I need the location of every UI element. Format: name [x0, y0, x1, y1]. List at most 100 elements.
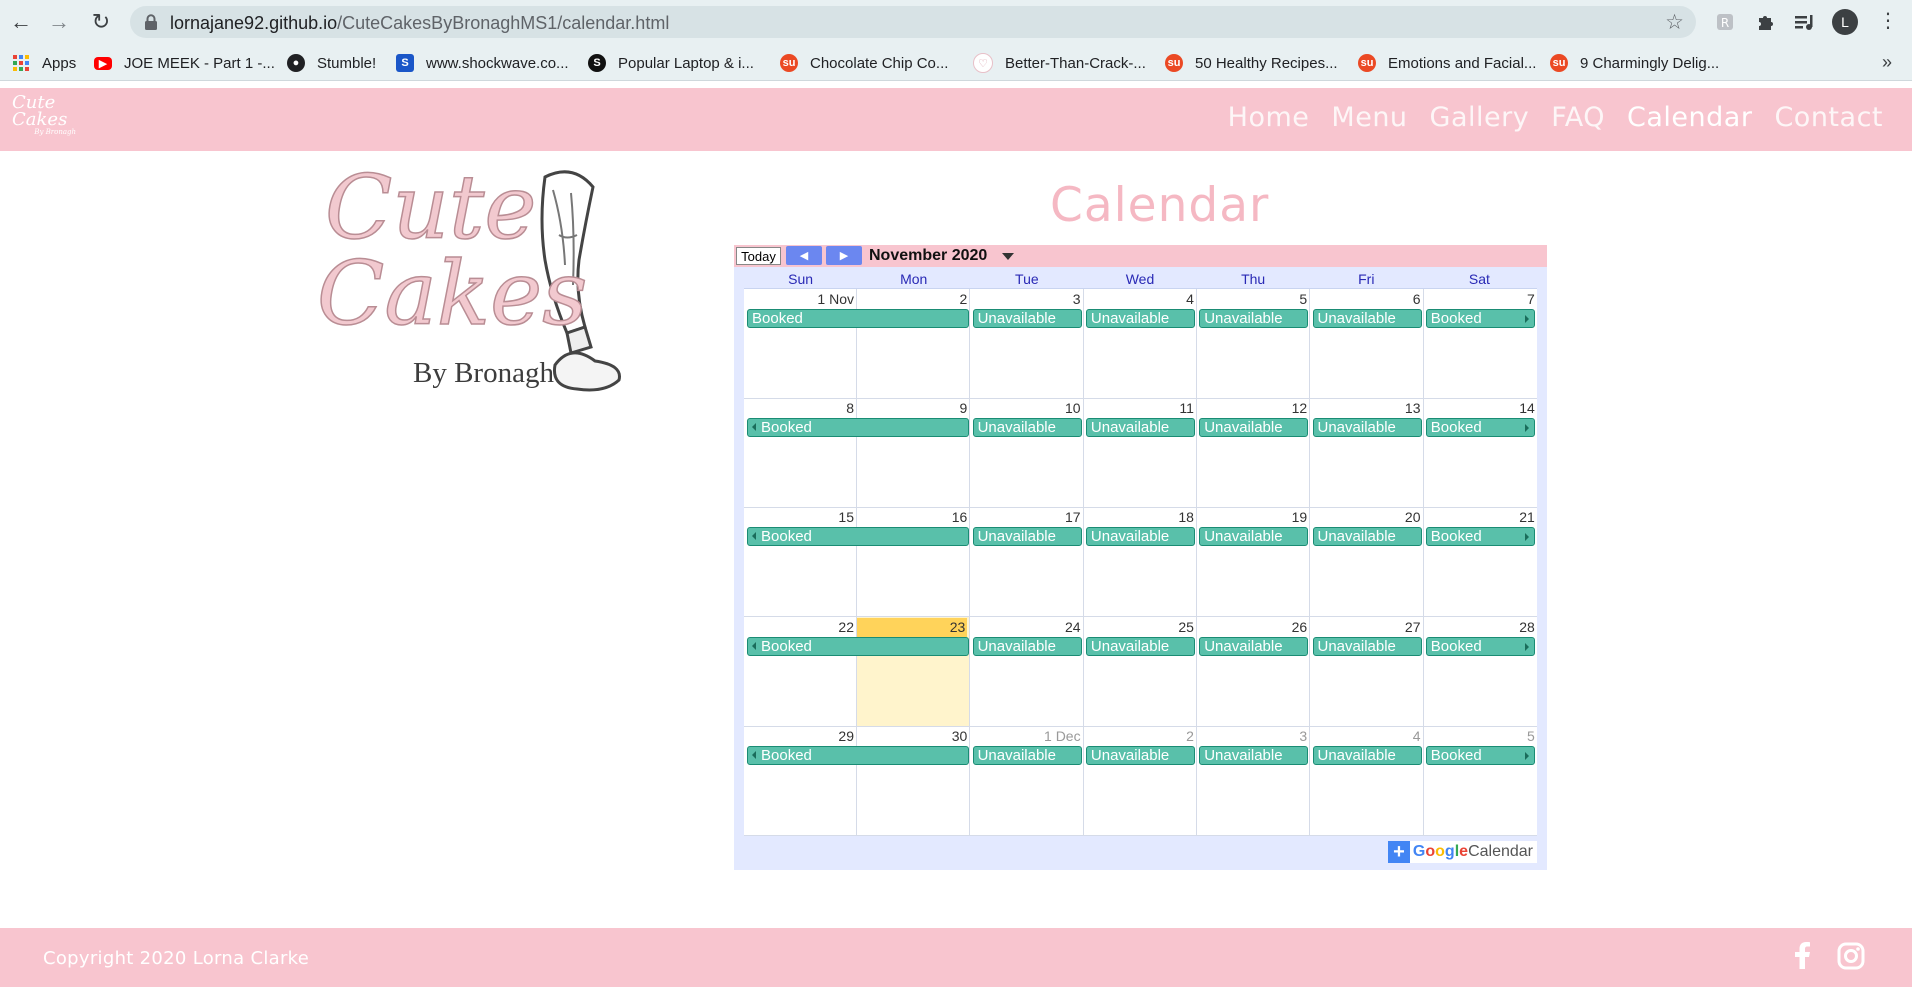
event-unavailable[interactable]: Unavailable [972, 309, 1082, 328]
day-cell[interactable]: 5 [1197, 289, 1311, 398]
event-unavailable[interactable]: Unavailable [972, 418, 1082, 438]
day-cell[interactable]: 7 [1424, 289, 1537, 398]
day-cell[interactable]: 26 [1197, 616, 1311, 726]
event-booked[interactable]: Booked [1425, 418, 1536, 438]
event-unavailable[interactable]: Unavailable [1312, 636, 1422, 656]
event-unavailable[interactable]: Unavailable [1199, 636, 1309, 656]
add-to-google-calendar[interactable]: + Google Calendar [1387, 841, 1537, 863]
day-cell[interactable]: 8 [744, 398, 857, 508]
more-menu-icon[interactable]: ⋮ [1878, 8, 1898, 33]
month-dropdown-icon[interactable] [1002, 253, 1014, 260]
nav-gallery[interactable]: Gallery [1430, 102, 1530, 133]
day-cell[interactable]: 29 [744, 725, 857, 835]
event-booked[interactable]: Booked [1425, 309, 1536, 328]
extension-icon[interactable]: R [1712, 9, 1738, 35]
day-cell[interactable]: 4 [1311, 725, 1424, 835]
next-month-button[interactable]: ▶ [826, 246, 862, 265]
event-booked[interactable]: Booked [747, 527, 969, 547]
nav-menu[interactable]: Menu [1331, 102, 1407, 133]
bookmark-better-than-crack[interactable]: ♡ Better-Than-Crack-... [973, 53, 1146, 73]
nav-faq[interactable]: FAQ [1551, 102, 1605, 133]
event-unavailable[interactable]: Unavailable [972, 527, 1082, 547]
day-cell[interactable]: 22 [744, 616, 857, 726]
day-cell[interactable]: 17 [971, 507, 1084, 617]
instagram-icon[interactable] [1836, 941, 1866, 971]
bookmark-popular-laptop[interactable]: S Popular Laptop & i... [588, 53, 754, 73]
bookmark-charmingly[interactable]: su 9 Charmingly Delig... [1550, 53, 1719, 73]
event-unavailable[interactable]: Unavailable [1312, 418, 1422, 438]
day-cell[interactable]: 4 [1084, 289, 1197, 398]
event-unavailable[interactable]: Unavailable [1085, 418, 1196, 438]
day-cell[interactable]: 10 [971, 398, 1084, 508]
day-cell[interactable]: 18 [1084, 507, 1197, 617]
day-cell[interactable]: 9 [857, 398, 971, 508]
event-unavailable[interactable]: Unavailable [1085, 527, 1196, 547]
address-bar[interactable]: lornajane92.github.io/CuteCakesByBronagh… [130, 6, 1696, 38]
event-booked[interactable]: Booked [1425, 527, 1536, 547]
bookmark-joe-meek[interactable]: ▶ JOE MEEK - Part 1 -... [94, 53, 275, 73]
nav-contact[interactable]: Contact [1774, 102, 1883, 133]
event-unavailable[interactable]: Unavailable [1199, 527, 1309, 547]
day-cell[interactable]: 30 [857, 725, 971, 835]
event-unavailable[interactable]: Unavailable [1085, 745, 1196, 765]
bookmark-star-icon[interactable]: ☆ [1665, 10, 1684, 35]
day-cell[interactable]: 13 [1311, 398, 1424, 508]
event-unavailable[interactable]: Unavailable [972, 636, 1082, 656]
event-booked[interactable]: Booked [747, 636, 969, 656]
day-cell[interactable]: 16 [857, 507, 971, 617]
day-cell[interactable]: 21 [1424, 507, 1537, 616]
bookmark-apps[interactable]: Apps [12, 53, 76, 73]
event-booked[interactable]: Booked [747, 309, 969, 328]
today-button[interactable]: Today [736, 247, 781, 265]
bookmark-chocolate-chip[interactable]: su Chocolate Chip Co... [780, 53, 948, 73]
extensions-puzzle-icon[interactable] [1752, 9, 1778, 35]
day-cell[interactable]: 23 [857, 616, 971, 726]
event-unavailable[interactable]: Unavailable [1312, 527, 1422, 547]
day-cell[interactable]: 5 [1424, 726, 1537, 835]
day-cell[interactable]: 27 [1311, 616, 1424, 726]
header-logo[interactable]: Cute Cakes By Bronagh [12, 94, 82, 146]
day-cell[interactable]: 1 Dec [971, 725, 1084, 835]
bookmark-emotions[interactable]: su Emotions and Facial... [1358, 53, 1536, 73]
day-cell[interactable]: 15 [744, 507, 857, 617]
day-cell[interactable]: 2 [1084, 725, 1197, 835]
event-unavailable[interactable]: Unavailable [1199, 745, 1309, 765]
day-cell[interactable]: 2 [857, 289, 971, 398]
bookmarks-overflow-button[interactable]: » [1882, 52, 1892, 73]
nav-calendar[interactable]: Calendar [1627, 102, 1752, 133]
day-cell[interactable]: 28 [1424, 617, 1537, 726]
event-booked[interactable]: Booked [747, 745, 969, 765]
reload-icon[interactable]: ↻ [86, 7, 116, 37]
prev-month-button[interactable]: ◀ [786, 246, 822, 265]
forward-arrow-icon[interactable]: → [44, 7, 74, 37]
back-arrow-icon[interactable]: ← [6, 7, 36, 37]
event-unavailable[interactable]: Unavailable [1312, 745, 1422, 765]
event-booked[interactable]: Booked [1425, 745, 1536, 765]
day-cell[interactable]: 25 [1084, 616, 1197, 726]
day-cell[interactable]: 6 [1311, 289, 1424, 398]
event-unavailable[interactable]: Unavailable [1199, 309, 1309, 328]
day-cell[interactable]: 3 [1197, 725, 1311, 835]
bookmark-healthy-recipes[interactable]: su 50 Healthy Recipes... [1165, 53, 1338, 73]
event-booked[interactable]: Booked [1425, 636, 1536, 656]
day-cell[interactable]: 19 [1197, 507, 1311, 617]
day-cell[interactable]: 24 [971, 616, 1084, 726]
day-cell[interactable]: 14 [1424, 398, 1537, 507]
bookmark-shockwave[interactable]: S www.shockwave.co... [396, 53, 569, 73]
day-cell[interactable]: 11 [1084, 398, 1197, 508]
nav-home[interactable]: Home [1228, 102, 1310, 133]
profile-avatar[interactable]: L [1832, 9, 1858, 35]
media-queue-icon[interactable] [1792, 9, 1818, 35]
event-booked[interactable]: Booked [747, 418, 969, 438]
event-unavailable[interactable]: Unavailable [1085, 309, 1196, 328]
day-cell[interactable]: 12 [1197, 398, 1311, 508]
day-cell[interactable]: 3 [971, 289, 1084, 398]
day-cell[interactable]: 1 Nov [744, 289, 857, 398]
event-unavailable[interactable]: Unavailable [1199, 418, 1309, 438]
event-unavailable[interactable]: Unavailable [972, 745, 1082, 765]
facebook-icon[interactable] [1788, 941, 1818, 971]
event-unavailable[interactable]: Unavailable [1085, 636, 1196, 656]
bookmark-stumble[interactable]: ● Stumble! [287, 53, 376, 73]
event-unavailable[interactable]: Unavailable [1312, 309, 1422, 328]
day-cell[interactable]: 20 [1311, 507, 1424, 617]
